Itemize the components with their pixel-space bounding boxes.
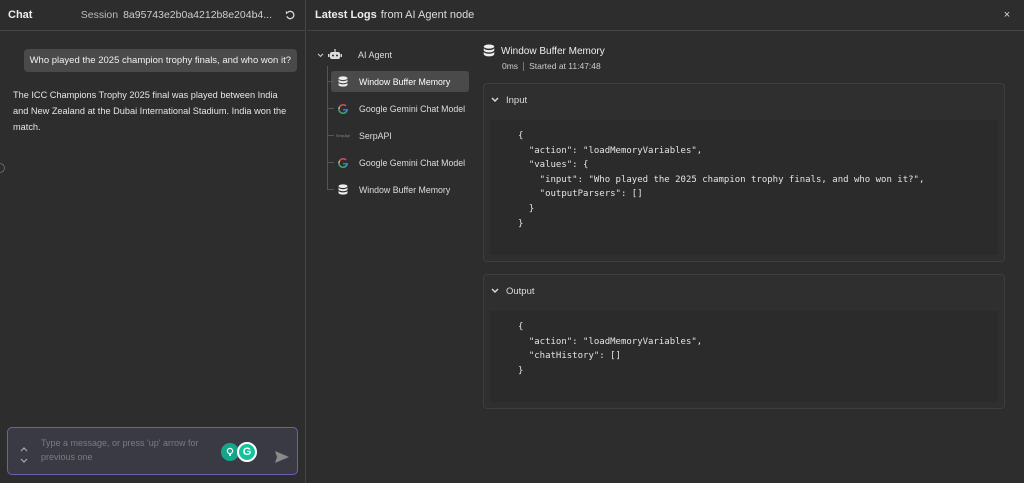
- chevron-down-icon[interactable]: [19, 456, 29, 466]
- logs-subtitle: from AI Agent node: [380, 9, 475, 21]
- database-icon: [336, 183, 350, 197]
- send-icon[interactable]: [274, 450, 290, 466]
- bot-message: The ICC Champions Trophy 2025 final was …: [13, 90, 287, 132]
- app-root: Chat Session 8a95743e2b0a4212b8e204b4...…: [0, 0, 1024, 483]
- user-message: Who played the 2025 champion trophy fina…: [23, 49, 297, 72]
- logs-title: Latest Logs: [315, 9, 377, 21]
- chat-title: Chat: [8, 9, 33, 21]
- chevron-up-icon[interactable]: [19, 444, 29, 454]
- log-tree: AI Agent Window Buffer Memory Google Gem…: [315, 44, 475, 195]
- log-detail-header: Window Buffer Memory 0ms Started at 11:4…: [483, 44, 605, 71]
- started-at: Started at 11:47:48: [529, 61, 601, 71]
- tree-item-window-buffer-memory[interactable]: Window Buffer Memory: [327, 71, 469, 92]
- input-json: { "action": "loadMemoryVariables", "valu…: [490, 120, 998, 255]
- tree-item-label: Window Buffer Memory: [359, 184, 451, 195]
- chat-input-box: G: [7, 427, 298, 475]
- database-icon: [336, 75, 350, 89]
- input-section-header[interactable]: Input: [484, 84, 1004, 116]
- panel-resize-handle[interactable]: [0, 163, 5, 173]
- tree-item-label: Google Gemini Chat Model: [359, 103, 466, 114]
- tree-connector: [327, 189, 334, 190]
- tree-item-label: SerpAPI: [359, 130, 392, 141]
- chevron-down-icon[interactable]: [490, 286, 500, 296]
- grammarly-icon[interactable]: G: [237, 442, 257, 462]
- tree-connector: [327, 162, 334, 163]
- output-json: { "action": "loadMemoryVariables", "chat…: [490, 311, 998, 402]
- tree-item-google-gemini-chat-model[interactable]: Google Gemini Chat Model: [327, 98, 481, 119]
- tree-connector: [327, 135, 334, 136]
- chat-panel: Chat Session 8a95743e2b0a4212b8e204b4...…: [0, 0, 306, 483]
- tree-item-window-buffer-memory[interactable]: Window Buffer Memory: [327, 179, 471, 200]
- logs-panel: Latest Logs from AI Agent node × AI Agen…: [307, 0, 1024, 483]
- database-icon: [483, 44, 497, 58]
- chevron-down-icon[interactable]: [315, 52, 325, 58]
- tree-item-serpapi[interactable]: SerpApi SerpAPI: [327, 125, 431, 146]
- tree-item-google-gemini-chat-model[interactable]: Google Gemini Chat Model: [327, 152, 481, 173]
- divider: [523, 61, 525, 71]
- input-section-label: Input: [506, 94, 528, 106]
- output-section-header[interactable]: Output: [484, 275, 1004, 307]
- tree-connector: [327, 108, 334, 109]
- history-arrows: [19, 444, 29, 466]
- tree-item-label: Google Gemini Chat Model: [359, 157, 466, 168]
- google-icon: [336, 156, 350, 170]
- close-icon[interactable]: ×: [1000, 8, 1014, 22]
- tree-connector-line: [327, 66, 328, 190]
- detail-meta: 0ms Started at 11:47:48: [502, 61, 605, 71]
- session-info: Session 8a95743e2b0a4212b8e204b4...: [81, 8, 297, 22]
- output-section-label: Output: [506, 285, 535, 297]
- reset-session-icon[interactable]: [283, 8, 297, 22]
- output-section: Output { "action": "loadMemoryVariables"…: [483, 274, 1005, 409]
- serpapi-icon: SerpApi: [335, 133, 351, 138]
- robot-icon: [328, 48, 342, 62]
- google-icon: [336, 102, 350, 116]
- tree-root-label: AI Agent: [358, 50, 393, 60]
- chevron-down-icon[interactable]: [490, 95, 500, 105]
- duration: 0ms: [502, 61, 519, 71]
- detail-title-text: Window Buffer Memory: [501, 45, 605, 57]
- session-id[interactable]: 8a95743e2b0a4212b8e204b4...: [123, 9, 272, 21]
- tree-root-ai-agent[interactable]: AI Agent: [315, 44, 475, 66]
- tree-item-label: Window Buffer Memory: [359, 76, 451, 87]
- message-input[interactable]: [41, 436, 231, 468]
- detail-title: Window Buffer Memory: [483, 44, 605, 58]
- chat-header: Chat Session 8a95743e2b0a4212b8e204b4...: [0, 0, 305, 31]
- session-label: Session: [80, 9, 119, 21]
- tree-connector: [327, 81, 334, 82]
- input-section: Input { "action": "loadMemoryVariables",…: [483, 83, 1005, 262]
- logs-header: Latest Logs from AI Agent node ×: [307, 0, 1024, 31]
